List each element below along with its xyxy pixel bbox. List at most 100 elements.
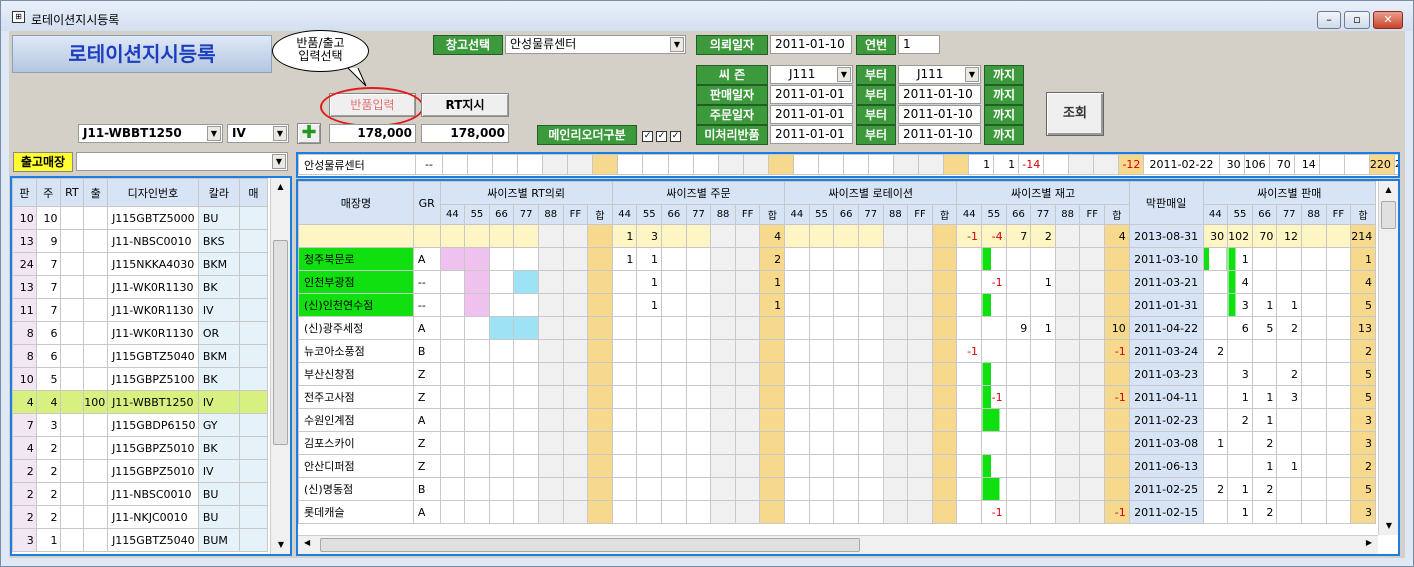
size-cell[interactable] — [587, 408, 613, 432]
size-cell[interactable] — [882, 477, 909, 501]
size-header[interactable]: 77 — [685, 204, 712, 225]
table-row[interactable]: (신)광주세정 A 9 1 10 2011-04-22 6 5 2 13 — [298, 316, 1376, 340]
size-cell[interactable] — [439, 270, 466, 294]
size-cell[interactable] — [464, 224, 490, 248]
size-cell[interactable] — [636, 316, 663, 340]
size-cell[interactable] — [1054, 316, 1081, 340]
scroll-down-icon[interactable]: ▼ — [1379, 517, 1398, 535]
size-cell[interactable] — [464, 316, 490, 340]
size-cell[interactable] — [562, 385, 589, 409]
size-cell[interactable] — [857, 477, 884, 501]
table-row[interactable]: 뉴코아소풍점 B -1 -1 2011-03-24 2 2 — [298, 339, 1376, 363]
table-row[interactable]: 13 9 J11-NBSC0010 BKS — [12, 229, 269, 253]
size-cell[interactable] — [1079, 247, 1106, 271]
size-cell[interactable] — [537, 339, 564, 363]
checkbox-1[interactable]: ✓ — [642, 131, 653, 142]
size-cell[interactable] — [488, 385, 515, 409]
size-cell[interactable] — [808, 293, 835, 317]
size-cell[interactable]: 2 — [759, 247, 786, 271]
size-cell[interactable] — [1030, 500, 1056, 524]
table-row[interactable]: 롯데캐슬 A -1 -1 2011-02-15 1 2 3 — [298, 500, 1376, 524]
size-cell[interactable] — [513, 247, 539, 271]
size-cell[interactable] — [611, 477, 638, 501]
size-cell[interactable] — [1030, 477, 1056, 501]
size-cell[interactable] — [488, 408, 515, 432]
size-cell[interactable] — [636, 408, 663, 432]
size-cell[interactable] — [513, 454, 539, 478]
vertical-scrollbar[interactable]: ▲ ▼ — [1378, 181, 1398, 535]
size-header[interactable]: FF — [734, 204, 761, 225]
size-cell[interactable] — [685, 431, 712, 455]
serial-field[interactable]: 1 — [898, 35, 940, 54]
size-cell[interactable] — [1079, 477, 1106, 501]
size-cell[interactable] — [857, 247, 884, 271]
table-row[interactable]: 11 7 J11-WK0R1130 IV — [12, 298, 269, 322]
size-cell[interactable] — [439, 454, 466, 478]
column-header-last-sale[interactable]: 막판매일 — [1128, 181, 1204, 225]
size-cell[interactable] — [1104, 362, 1130, 386]
size-cell[interactable] — [587, 339, 613, 363]
size-cell[interactable] — [833, 316, 859, 340]
size-cell[interactable] — [907, 316, 933, 340]
size-cell[interactable] — [636, 362, 663, 386]
size-cell[interactable] — [931, 408, 958, 432]
column-header[interactable]: 출 — [83, 178, 109, 207]
size-cell[interactable] — [784, 408, 810, 432]
size-cell[interactable] — [562, 477, 589, 501]
table-row[interactable]: 인천부광점 -- 1 1 -1 1 2011-03-21 4 4 — [298, 270, 1376, 294]
table-row[interactable]: 김포스카이 Z 2011-03-08 1 2 3 — [298, 431, 1376, 455]
size-cell[interactable] — [956, 270, 983, 294]
size-cell[interactable] — [562, 408, 589, 432]
size-header[interactable]: FF — [907, 204, 933, 225]
size-header[interactable]: 77 — [1276, 204, 1302, 225]
size-header[interactable]: 66 — [1005, 204, 1032, 225]
checkbox-2[interactable]: ✓ — [656, 131, 667, 142]
size-cell[interactable] — [857, 316, 884, 340]
size-cell[interactable] — [1030, 247, 1056, 271]
size-cell[interactable] — [833, 431, 859, 455]
size-cell[interactable] — [759, 408, 786, 432]
size-cell[interactable] — [710, 339, 736, 363]
size-cell[interactable] — [1079, 500, 1106, 524]
size-header[interactable]: 44 — [956, 204, 983, 225]
size-cell[interactable] — [439, 408, 466, 432]
size-cell[interactable] — [611, 408, 638, 432]
size-cell[interactable] — [611, 431, 638, 455]
size-cell[interactable] — [956, 431, 983, 455]
table-row[interactable]: 안산디퍼점 Z 2011-06-13 1 1 2 — [298, 454, 1376, 478]
scroll-down-icon[interactable]: ▼ — [271, 536, 290, 554]
table-row[interactable]: 24 7 J115NKKA4030 BKM — [12, 252, 269, 276]
size-cell[interactable] — [1054, 500, 1081, 524]
size-cell[interactable] — [513, 362, 539, 386]
size-cell[interactable] — [1005, 431, 1032, 455]
size-cell[interactable] — [513, 339, 539, 363]
size-cell[interactable] — [537, 316, 564, 340]
table-row[interactable]: 2 2 J11-NKJC0010 BU — [12, 505, 269, 529]
size-cell[interactable] — [907, 408, 933, 432]
size-cell[interactable] — [685, 362, 712, 386]
size-cell[interactable] — [1054, 224, 1081, 248]
size-cell[interactable] — [636, 477, 663, 501]
size-cell[interactable] — [956, 454, 983, 478]
size-cell[interactable] — [611, 339, 638, 363]
scroll-thumb[interactable] — [273, 240, 288, 445]
size-cell[interactable] — [685, 500, 712, 524]
column-header[interactable]: 판 — [12, 178, 37, 207]
size-header[interactable]: 합 — [1350, 204, 1376, 225]
size-cell[interactable] — [636, 339, 663, 363]
size-cell[interactable] — [784, 224, 810, 248]
size-cell[interactable] — [734, 477, 761, 501]
size-cell[interactable] — [931, 454, 958, 478]
maximize-button[interactable]: ▫ — [1344, 11, 1370, 29]
size-cell[interactable] — [734, 316, 761, 340]
size-cell[interactable] — [513, 500, 539, 524]
size-cell[interactable] — [1079, 454, 1106, 478]
size-cell[interactable] — [1054, 362, 1081, 386]
size-cell[interactable] — [882, 500, 909, 524]
size-cell[interactable] — [464, 454, 490, 478]
size-cell[interactable] — [1054, 477, 1081, 501]
size-cell[interactable] — [488, 316, 515, 340]
size-cell[interactable] — [759, 431, 786, 455]
size-cell[interactable] — [882, 362, 909, 386]
size-cell[interactable] — [1054, 454, 1081, 478]
